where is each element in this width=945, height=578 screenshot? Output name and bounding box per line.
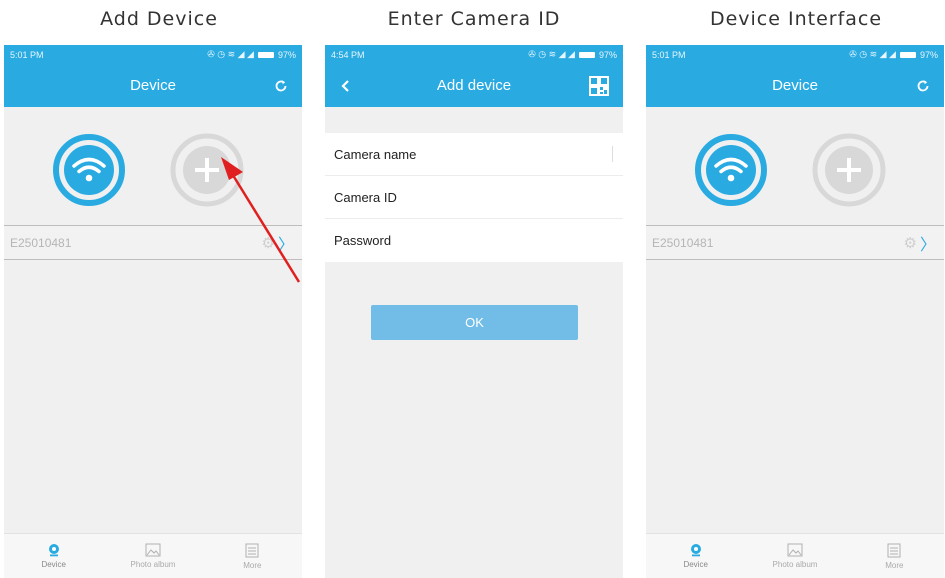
signal-icon: ✇ ◷ ≋ ◢ ◢	[849, 49, 896, 59]
battery-icon	[899, 51, 916, 58]
nav-bar: Add device	[325, 64, 623, 107]
wifi-icon[interactable]	[694, 133, 768, 207]
page-title: Device	[772, 77, 818, 94]
status-time: 5:01 PM	[652, 49, 686, 60]
camera-id-field[interactable]: Camera ID	[325, 176, 623, 219]
battery-level: 97%	[919, 49, 938, 60]
camera-name-field[interactable]: Camera name	[325, 133, 623, 176]
tab-photo-album[interactable]: Photo album	[103, 534, 202, 578]
signal-icon: ✇ ◷ ≋ ◢ ◢	[207, 49, 254, 59]
chevron-right-icon[interactable]: 〉	[920, 231, 936, 255]
battery-level: 97%	[277, 49, 296, 60]
tab-label: Photo album	[130, 560, 176, 569]
form-spacer	[325, 107, 623, 133]
settings-icon[interactable]: ⚙	[904, 234, 917, 252]
photo-album-icon	[787, 543, 803, 557]
camera-id-label: Camera ID	[334, 189, 397, 205]
tab-label: Device	[683, 560, 708, 569]
action-icons	[4, 107, 302, 283]
tab-label: More	[243, 560, 262, 570]
back-icon[interactable]	[341, 64, 351, 107]
phone-screen-device: 5:01 PM ✇ ◷ ≋ ◢ ◢ 97% Device E25010481 ⚙…	[4, 45, 302, 578]
tab-device[interactable]: Device	[646, 534, 745, 578]
password-label: Password	[334, 233, 392, 248]
status-bar: 5:01 PM ✇ ◷ ≋ ◢ ◢ 97%	[4, 45, 302, 64]
caption-device-interface: Device Interface	[709, 8, 883, 30]
battery-level: 97%	[598, 49, 617, 60]
status-icons: ✇ ◷ ≋ ◢ ◢ 97%	[849, 49, 938, 60]
ok-button[interactable]: OK	[371, 305, 578, 340]
page-title: Add device	[436, 77, 512, 94]
refresh-icon[interactable]	[916, 64, 930, 107]
device-id: E25010481	[652, 235, 714, 250]
pointer-arrow	[221, 157, 301, 283]
tab-label: Photo album	[772, 560, 818, 569]
page-title: Device	[130, 77, 176, 94]
status-bar: 5:01 PM ✇ ◷ ≋ ◢ ◢ 97%	[646, 45, 944, 64]
wifi-icon[interactable]	[52, 133, 126, 207]
tab-photo-album[interactable]: Photo album	[745, 534, 844, 578]
qr-code-icon[interactable]	[589, 64, 609, 107]
signal-icon: ✇ ◷ ≋ ◢ ◢	[528, 49, 575, 59]
status-time: 5:01 PM	[10, 49, 44, 60]
status-time: 4:54 PM	[331, 49, 365, 60]
refresh-icon[interactable]	[274, 64, 288, 107]
password-field[interactable]: Password	[325, 219, 623, 262]
camera-icon	[690, 544, 701, 557]
phone-screen-add-device: 4:54 PM ✇ ◷ ≋ ◢ ◢ 97% Add device Camera …	[325, 45, 623, 578]
photo-album-icon	[145, 543, 161, 557]
caption-enter-camera-id: Enter Camera ID	[387, 8, 561, 30]
add-icon[interactable]	[812, 133, 886, 207]
nav-bar: Device	[4, 64, 302, 107]
caption-add-device: Add Device	[100, 8, 218, 30]
device-list-item[interactable]: E25010481 ⚙ 〉	[646, 225, 944, 260]
tab-device[interactable]: Device	[4, 534, 103, 578]
tab-more[interactable]: More	[845, 534, 944, 578]
status-bar: 4:54 PM ✇ ◷ ≋ ◢ ◢ 97%	[325, 45, 623, 64]
text-cursor	[612, 146, 613, 162]
tab-more[interactable]: More	[203, 534, 302, 578]
phone-screen-device-interface: 5:01 PM ✇ ◷ ≋ ◢ ◢ 97% Device E25010481 ⚙…	[646, 45, 944, 578]
status-icons: ✇ ◷ ≋ ◢ ◢ 97%	[528, 49, 617, 60]
tab-label: Device	[41, 560, 66, 569]
more-icon	[887, 543, 901, 557]
tab-label: More	[885, 560, 904, 570]
camera-icon	[48, 544, 59, 557]
device-id: E25010481	[10, 235, 72, 250]
battery-icon	[257, 51, 274, 58]
nav-bar: Device	[646, 64, 944, 107]
status-icons: ✇ ◷ ≋ ◢ ◢ 97%	[207, 49, 296, 60]
battery-icon	[578, 51, 595, 58]
tab-bar: Device Photo album More	[4, 533, 302, 578]
camera-name-label: Camera name	[334, 146, 417, 162]
more-icon	[245, 543, 259, 557]
action-icons	[646, 107, 944, 225]
tab-bar: Device Photo album More	[646, 533, 944, 578]
